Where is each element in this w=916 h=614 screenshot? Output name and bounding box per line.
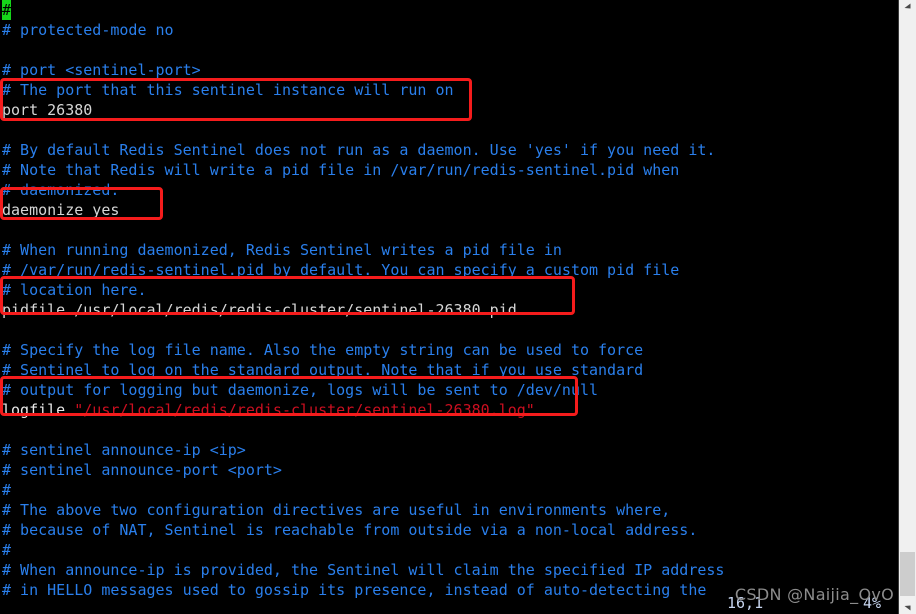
editor-line[interactable]: pidfile /usr/local/redis/redis-cluster/s… <box>0 300 898 320</box>
editor-line[interactable]: # The above two configuration directives… <box>0 500 898 520</box>
editor-line[interactable]: # When running daemonized, Redis Sentine… <box>0 240 898 260</box>
editor-line[interactable]: # Specify the log file name. Also the em… <box>0 340 898 360</box>
code-token: # protected-mode no <box>2 21 174 39</box>
editor-line[interactable]: logfile "/usr/local/redis/redis-cluster/… <box>0 400 898 420</box>
code-token: # The above two configuration directives… <box>2 501 671 519</box>
editor-line[interactable]: # sentinel announce-ip <ip> <box>0 440 898 460</box>
editor-line[interactable]: # because of NAT, Sentinel is reachable … <box>0 520 898 540</box>
editor-line[interactable]: # <box>0 0 898 20</box>
editor-line[interactable]: # output for logging but daemonize, logs… <box>0 380 898 400</box>
editor-line[interactable]: # /var/run/redis-sentinel.pid by default… <box>0 260 898 280</box>
editor-line[interactable]: # daemonized. <box>0 180 898 200</box>
text-cursor: # <box>2 0 12 20</box>
vertical-scrollbar[interactable] <box>898 0 916 614</box>
terminal-window: # # protected-mode no # port <sentinel-po… <box>0 0 916 614</box>
code-token: # because of NAT, Sentinel is reachable … <box>2 521 698 539</box>
editor-line[interactable] <box>0 220 898 240</box>
code-token: # port <sentinel-port> <box>2 61 201 79</box>
code-token: # Specify the log file name. Also the em… <box>2 341 644 359</box>
vim-text-buffer[interactable]: # # protected-mode no # port <sentinel-po… <box>0 0 898 614</box>
editor-line[interactable] <box>0 320 898 340</box>
code-token: # daemonized. <box>2 181 120 199</box>
editor-line[interactable]: # By default Redis Sentinel does not run… <box>0 140 898 160</box>
code-token: logfile <box>2 401 75 419</box>
editor-line[interactable]: # Note that Redis will write a pid file … <box>0 160 898 180</box>
code-token: # /var/run/redis-sentinel.pid by default… <box>2 261 680 279</box>
code-token: pidfile /usr/local/redis/redis-cluster/s… <box>2 301 517 319</box>
editor-line[interactable]: # sentinel announce-port <port> <box>0 460 898 480</box>
code-token: # location here. <box>2 281 147 299</box>
code-token: # <box>2 541 12 559</box>
editor-line[interactable]: # The port that this sentinel instance w… <box>0 80 898 100</box>
editor-line[interactable]: # <box>0 480 898 500</box>
scroll-down-arrow-icon[interactable] <box>899 597 916 614</box>
code-token: # output for logging but daemonize, logs… <box>2 381 599 399</box>
code-token: "/usr/local/redis/redis-cluster/sentinel… <box>74 401 535 419</box>
code-token: port 26380 <box>2 101 93 119</box>
editor-line[interactable]: # protected-mode no <box>0 20 898 40</box>
code-token: # By default Redis Sentinel does not run… <box>2 141 716 159</box>
editor-line[interactable]: # When announce-ip is provided, the Sent… <box>0 560 898 580</box>
code-token: # <box>2 481 12 499</box>
code-token: # sentinel announce-ip <ip> <box>2 441 246 459</box>
editor-line[interactable] <box>0 420 898 440</box>
code-token: daemonize yes <box>2 201 120 219</box>
editor-line[interactable]: # <box>0 540 898 560</box>
code-token: # When announce-ip is provided, the Sent… <box>2 561 725 579</box>
editor-line[interactable]: port 26380 <box>0 100 898 120</box>
editor-line[interactable] <box>0 120 898 140</box>
code-token: # Sentinel to log on the standard output… <box>2 361 644 379</box>
code-token: # sentinel announce-port <port> <box>2 461 282 479</box>
editor-line[interactable]: # port <sentinel-port> <box>0 60 898 80</box>
scrollbar-thumb[interactable] <box>900 552 915 596</box>
editor-line[interactable]: daemonize yes <box>0 200 898 220</box>
code-token: # Note that Redis will write a pid file … <box>2 161 680 179</box>
code-token: # The port that this sentinel instance w… <box>2 81 454 99</box>
csdn-watermark: CSDN @Naijia_OvO <box>734 585 894 604</box>
code-token: # When running daemonized, Redis Sentine… <box>2 241 562 259</box>
editor-line[interactable] <box>0 40 898 60</box>
scroll-up-arrow-icon[interactable] <box>899 0 916 17</box>
editor-line[interactable]: # Sentinel to log on the standard output… <box>0 360 898 380</box>
editor-line[interactable]: # location here. <box>0 280 898 300</box>
